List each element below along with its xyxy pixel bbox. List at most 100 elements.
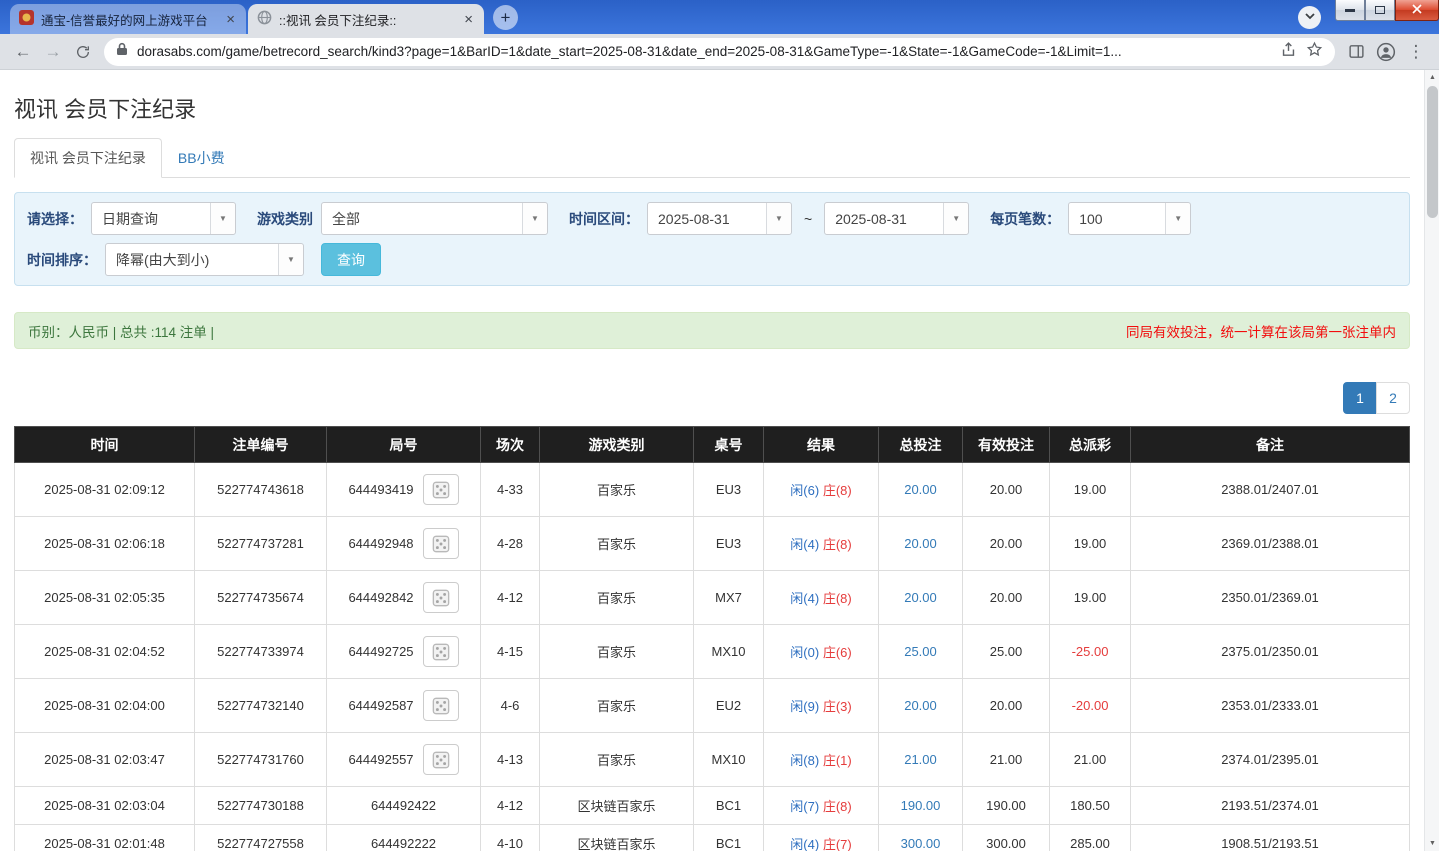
cell-time: 2025-08-31 02:03:47 (14, 732, 195, 787)
cell-round: 644492222 (326, 824, 481, 851)
cell-result: 闲(4) 庄(7) (763, 824, 879, 851)
page: 视讯 会员下注纪录 视讯 会员下注纪录 BB小费 请选择： 日期查询 ▼ 游戏类… (0, 70, 1424, 851)
cell-time: 2025-08-31 02:06:18 (14, 516, 195, 571)
cell-table: MX10 (693, 732, 764, 787)
cell-payout: -25.00 (1049, 624, 1131, 679)
cell-payout: 21.00 (1049, 732, 1131, 787)
caret-down-icon[interactable]: ▼ (210, 203, 235, 234)
cell-total-bet[interactable]: 190.00 (878, 786, 963, 825)
new-tab-button[interactable]: + (493, 5, 518, 30)
result-banker: 庄(6) (822, 645, 852, 660)
cell-total-bet[interactable]: 20.00 (878, 678, 963, 733)
date-end-select[interactable]: 2025-08-31 ▼ (824, 202, 970, 235)
cell-remark: 2375.01/2350.01 (1130, 624, 1410, 679)
cell-table: BC1 (693, 824, 764, 851)
side-panel-button[interactable] (1341, 37, 1371, 67)
profile-avatar[interactable] (1371, 37, 1401, 67)
cell-round: 644492557 (326, 732, 481, 787)
round-number: 644492725 (348, 644, 414, 659)
cell-result: 闲(0) 庄(6) (763, 624, 879, 679)
caret-down-icon[interactable]: ▼ (1165, 203, 1191, 234)
caret-down-icon[interactable]: ▼ (522, 203, 547, 234)
cell-total-bet[interactable]: 300.00 (878, 824, 963, 851)
cell-total-bet[interactable]: 20.00 (878, 516, 963, 571)
cell-remark: 2350.01/2369.01 (1130, 570, 1410, 625)
result-player: 闲(6) (790, 483, 820, 498)
sort-select[interactable]: 降幂(由大到小) ▼ (105, 243, 304, 276)
tab-search-button[interactable] (1298, 6, 1321, 29)
page-button-1[interactable]: 1 (1343, 382, 1377, 414)
page-scrollbar[interactable]: ▲ ▼ (1424, 70, 1439, 851)
caret-down-icon[interactable]: ▼ (278, 244, 303, 275)
forward-button[interactable]: → (38, 37, 68, 67)
query-type-select[interactable]: 日期查询 ▼ (91, 202, 236, 235)
scroll-up-icon[interactable]: ▲ (1425, 70, 1439, 85)
result-banker: 庄(8) (822, 483, 852, 498)
round-number: 644492587 (348, 698, 414, 713)
browser-tab-1[interactable]: 通宝-信誉最好的网上游戏平台 × (10, 4, 246, 34)
url-input[interactable]: dorasabs.com/game/betrecord_search/kind3… (104, 37, 1335, 66)
col-table: 桌号 (693, 426, 764, 463)
result-banker: 庄(7) (822, 837, 852, 851)
browser-tab-2[interactable]: ::视讯 会员下注纪录:: × (248, 4, 484, 34)
replay-dice-button[interactable] (422, 744, 459, 775)
share-icon[interactable] (1280, 41, 1297, 63)
scrollbar-thumb[interactable] (1427, 86, 1438, 218)
cell-total-bet[interactable]: 21.00 (878, 732, 963, 787)
browser-menu-button[interactable]: ⋮ (1401, 37, 1431, 67)
lock-icon[interactable] (116, 42, 128, 61)
date-start-select[interactable]: 2025-08-31 ▼ (647, 202, 792, 235)
table-row: 2025-08-31 02:04:52 522774733974 6444927… (14, 624, 1410, 679)
result-player: 闲(7) (790, 799, 820, 814)
cell-total-bet[interactable]: 25.00 (878, 624, 963, 679)
page-button-2[interactable]: 2 (1376, 382, 1410, 414)
page-size-select[interactable]: 100 ▼ (1068, 202, 1192, 235)
cell-bet-no: 522774731760 (194, 732, 327, 787)
cell-payout: -20.00 (1049, 678, 1131, 733)
maximize-icon (1375, 6, 1385, 14)
replay-dice-button[interactable] (422, 690, 459, 721)
tab2-title: ::视讯 会员下注纪录:: (279, 13, 397, 28)
cell-total-bet[interactable]: 20.00 (878, 462, 963, 517)
tab2-close-icon[interactable]: × (462, 12, 475, 27)
cell-valid-bet: 190.00 (962, 786, 1050, 825)
tab1-favicon-icon (19, 10, 34, 28)
summary-notice: 同局有效投注，统一计算在该局第一张注单内 (1126, 324, 1396, 340)
tab1-close-icon[interactable]: × (224, 12, 237, 27)
cell-result: 闲(4) 庄(8) (763, 570, 879, 625)
cell-round: 644492842 (326, 570, 481, 625)
cell-table: EU3 (693, 516, 764, 571)
replay-dice-button[interactable] (422, 582, 459, 613)
tab-bb-tips[interactable]: BB小费 (162, 138, 241, 178)
cell-bet-no: 522774730188 (194, 786, 327, 825)
cell-game: 区块链百家乐 (539, 786, 694, 825)
caret-down-icon[interactable]: ▼ (766, 203, 791, 234)
col-total-bet: 总投注 (878, 426, 963, 463)
cell-session: 4-6 (480, 678, 540, 733)
result-player: 闲(8) (790, 753, 820, 768)
bookmark-star-icon[interactable] (1306, 41, 1323, 63)
cell-total-bet[interactable]: 20.00 (878, 570, 963, 625)
cell-payout: 19.00 (1049, 516, 1131, 571)
cell-bet-no: 522774733974 (194, 624, 327, 679)
minimize-button[interactable] (1335, 0, 1365, 21)
page-tabbar: 视讯 会员下注纪录 BB小费 (14, 138, 1410, 178)
game-type-select[interactable]: 全部 ▼ (321, 202, 548, 235)
replay-dice-button[interactable] (422, 636, 459, 667)
cell-remark: 2193.51/2374.01 (1130, 786, 1410, 825)
back-button[interactable]: ← (8, 37, 38, 67)
scroll-down-icon[interactable]: ▼ (1425, 836, 1439, 851)
cell-payout: 180.50 (1049, 786, 1131, 825)
replay-dice-button[interactable] (422, 474, 459, 505)
tab-bet-records[interactable]: 视讯 会员下注纪录 (14, 138, 162, 178)
caret-down-icon[interactable]: ▼ (943, 203, 969, 234)
close-button[interactable] (1395, 0, 1439, 21)
cell-payout: 19.00 (1049, 462, 1131, 517)
replay-dice-button[interactable] (422, 528, 459, 559)
result-player: 闲(4) (790, 537, 820, 552)
refresh-button[interactable] (68, 37, 98, 67)
summary-bar: 币别：人民币 | 总共 :114 注单 | 同局有效投注，统一计算在该局第一张注… (14, 312, 1410, 349)
result-banker: 庄(8) (822, 591, 852, 606)
maximize-button[interactable] (1365, 0, 1395, 21)
search-button[interactable]: 查询 (321, 243, 381, 276)
